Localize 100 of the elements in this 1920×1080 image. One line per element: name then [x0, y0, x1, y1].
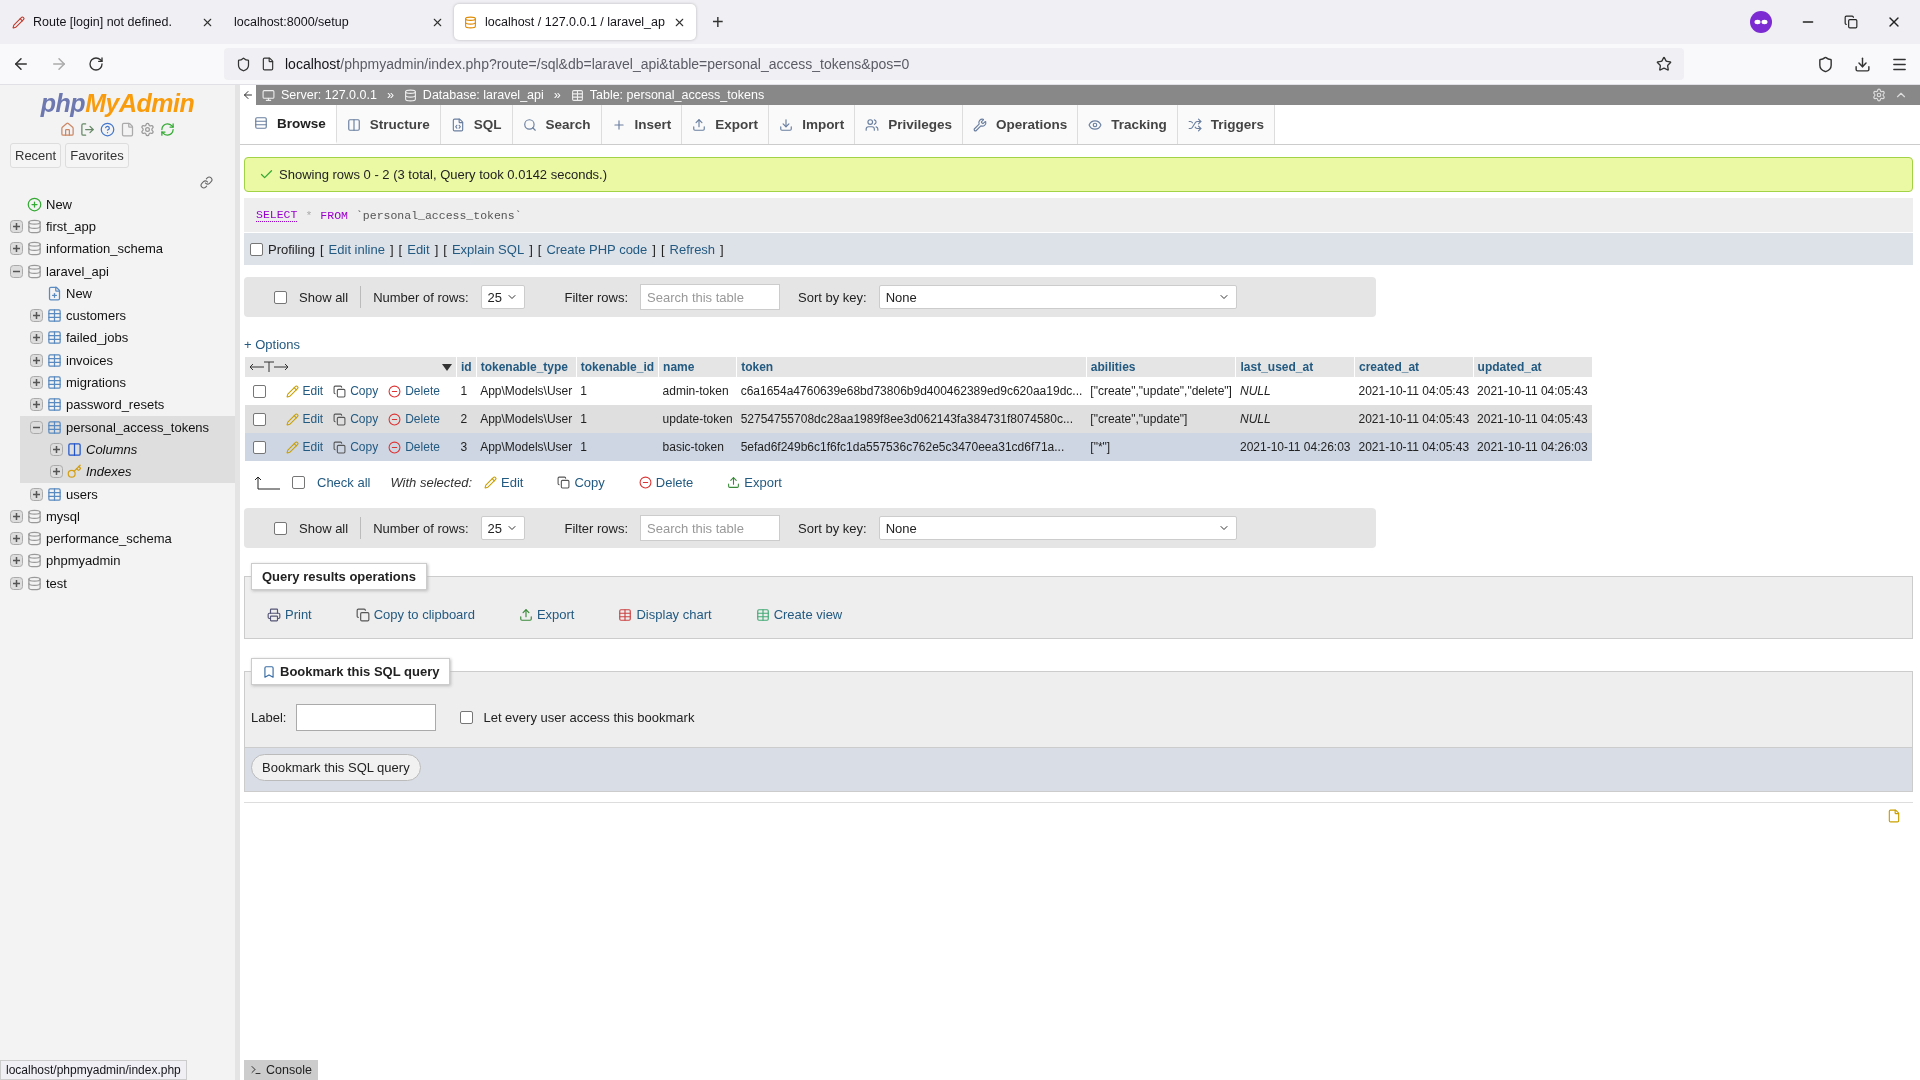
checkbox[interactable] — [292, 476, 305, 489]
table-row[interactable]: Edit Copy Delete 2 App\Models\User 1 update-token 52754755708dc28aa1989f8ee3d062143fa384731f8074580c... ["create","update"] NULL 2021-10-11 04:05:43 2021-10-11 04:05:43 — [244, 405, 1592, 433]
bulk-action-button[interactable]: Copy — [557, 475, 605, 490]
address-bar[interactable]: localhost/phpmyadmin/index.php?route=/sql&db=laravel_api&table=personal_access_tokens&pos=0 — [224, 48, 1684, 80]
row-action-link[interactable]: Copy — [333, 440, 379, 454]
menu-tab[interactable]: SQL — [440, 105, 513, 144]
query-link[interactable]: Refresh — [669, 241, 716, 257]
checkbox[interactable] — [252, 412, 266, 426]
row-action-link[interactable]: Delete — [388, 412, 440, 426]
operation-link[interactable]: Export — [518, 607, 575, 622]
help-icon[interactable] — [100, 122, 115, 137]
query-link[interactable]: Create PHP code — [546, 241, 648, 257]
tree-item[interactable]: failed_jobs — [66, 330, 129, 346]
column-header[interactable]: token — [741, 360, 774, 374]
tree-item[interactable]: New — [46, 196, 72, 212]
row-action-link[interactable]: Edit — [285, 412, 324, 426]
operation-link[interactable]: Copy to clipboard — [355, 607, 475, 622]
sidebar-tab[interactable]: Recent — [10, 143, 62, 168]
tree-item[interactable]: password_resets — [66, 397, 165, 413]
tree-item[interactable]: customers — [66, 308, 126, 324]
download-icon[interactable] — [1854, 55, 1871, 73]
logout-icon[interactable] — [80, 122, 95, 137]
tree-item[interactable]: mysql — [46, 508, 80, 524]
browser-tab[interactable]: Route [login] not defined. — [2, 4, 224, 40]
query-link[interactable]: Edit inline — [328, 241, 385, 257]
browser-tab[interactable]: localhost:8000/setup — [224, 4, 454, 40]
label-field[interactable] — [296, 704, 437, 731]
bookmark-button[interactable]: Bookmark this SQL query — [251, 754, 421, 781]
bulk-action-button[interactable]: Edit — [484, 475, 524, 490]
menu-tab[interactable]: Triggers — [1177, 105, 1275, 144]
tree-item[interactable]: New — [66, 285, 92, 301]
checkbox[interactable] — [460, 711, 474, 724]
expand-toggle[interactable] — [30, 398, 43, 412]
expand-toggle[interactable] — [10, 554, 23, 568]
checkbox[interactable] — [252, 384, 266, 398]
link-icon[interactable] — [200, 176, 213, 189]
logo[interactable]: phpMyAdmin — [0, 85, 235, 118]
dropdown-icon[interactable] — [442, 363, 452, 371]
expand-toggle[interactable] — [50, 442, 63, 456]
sort-select[interactable]: None — [878, 285, 1237, 309]
checkbox[interactable] — [274, 521, 287, 535]
row-action-link[interactable]: Edit — [285, 384, 324, 398]
tree-item[interactable]: information_schema — [46, 241, 164, 257]
table-row[interactable]: Edit Copy Delete 1 App\Models\User 1 admin-token c6a1654a4760639e68bd73806b9d400462389ed9c620aa19dc... ["create","update","delete"] NULL 2021-10-11 04:05:43 2021-10-11 04:05:43 — [244, 377, 1592, 405]
bulk-action-button[interactable]: Export — [727, 475, 782, 490]
menu-tab[interactable]: Structure — [336, 105, 441, 144]
tree-item[interactable]: phpmyadmin — [46, 553, 121, 569]
row-action-link[interactable]: Delete — [388, 384, 440, 398]
back-icon[interactable] — [12, 55, 30, 73]
star-icon[interactable] — [1656, 56, 1672, 72]
expand-toggle[interactable] — [10, 242, 23, 256]
home-icon[interactable] — [60, 122, 75, 137]
restore-icon[interactable] — [1844, 15, 1858, 29]
filter-field[interactable]: Search this table — [640, 284, 781, 310]
console-tab[interactable]: Console — [244, 1060, 318, 1080]
expand-toggle[interactable] — [10, 532, 23, 546]
menu-tab[interactable]: Insert — [601, 105, 683, 144]
tree-item[interactable]: personal_access_tokens — [66, 419, 210, 435]
checkbox[interactable] — [274, 290, 287, 304]
breadcrumb-link[interactable]: Table: personal_access_tokens — [589, 88, 765, 102]
browser-tab[interactable]: localhost / 127.0.0.1 / laravel_ap — [454, 4, 696, 40]
expand-toggle[interactable] — [30, 331, 43, 345]
query-link[interactable]: Edit — [407, 241, 430, 257]
row-action-link[interactable]: Delete — [388, 440, 440, 454]
tree-item[interactable]: test — [46, 575, 67, 591]
new-tab-button[interactable]: + — [702, 10, 734, 34]
row-action-link[interactable]: Edit — [285, 440, 324, 454]
breadcrumb-link[interactable]: Database: laravel_api — [422, 88, 544, 102]
menu-tab[interactable]: Search — [512, 105, 602, 144]
rows-select[interactable]: 25 — [480, 516, 525, 540]
tree-item[interactable]: migrations — [66, 375, 126, 390]
expand-toggle[interactable] — [30, 376, 43, 389]
menu-tab[interactable]: Export — [682, 105, 770, 144]
menu-tab[interactable]: Tracking — [1078, 105, 1178, 144]
expand-toggle[interactable] — [10, 219, 23, 233]
expand-toggle[interactable] — [50, 465, 63, 479]
operation-link[interactable]: Print — [267, 607, 312, 622]
check-all-link[interactable]: Check all — [317, 475, 371, 490]
tree-item[interactable]: users — [66, 486, 98, 502]
menu-tab[interactable]: Privileges — [855, 105, 963, 144]
tree-item[interactable]: performance_schema — [46, 531, 172, 547]
expand-toggle[interactable] — [10, 509, 23, 523]
options-link[interactable]: + Options — [244, 337, 300, 352]
menu-tab[interactable]: Operations — [962, 105, 1079, 144]
sidebar-tab[interactable]: Favorites — [65, 143, 129, 168]
query-link[interactable]: Explain SQL — [451, 241, 525, 257]
column-arrows-icon[interactable] — [249, 361, 289, 373]
row-action-link[interactable]: Copy — [333, 412, 379, 426]
table-row[interactable]: Edit Copy Delete 3 App\Models\User 1 basic-token 5efad6f249b6c1f6fc1da557536c762e5c3470eea31cd6f71a... ["*"] 2021-10-11 04:26:03 2021-10-11 04:05:43 2021-10-11 04:26:03 — [244, 433, 1592, 461]
reload-icon[interactable] — [88, 56, 104, 72]
filter-field[interactable]: Search this table — [640, 515, 781, 541]
tree-item[interactable]: first_app — [46, 218, 96, 234]
tree-item[interactable]: Columns — [86, 441, 138, 457]
expand-toggle[interactable] — [30, 353, 43, 367]
checkbox[interactable] — [252, 440, 266, 454]
tree-item[interactable]: Indexes — [86, 464, 132, 480]
tree-item[interactable]: invoices — [66, 352, 113, 368]
collapse-toggle[interactable] — [30, 420, 43, 434]
collapse-toggle[interactable] — [10, 264, 23, 278]
bulk-action-button[interactable]: Delete — [638, 475, 694, 490]
